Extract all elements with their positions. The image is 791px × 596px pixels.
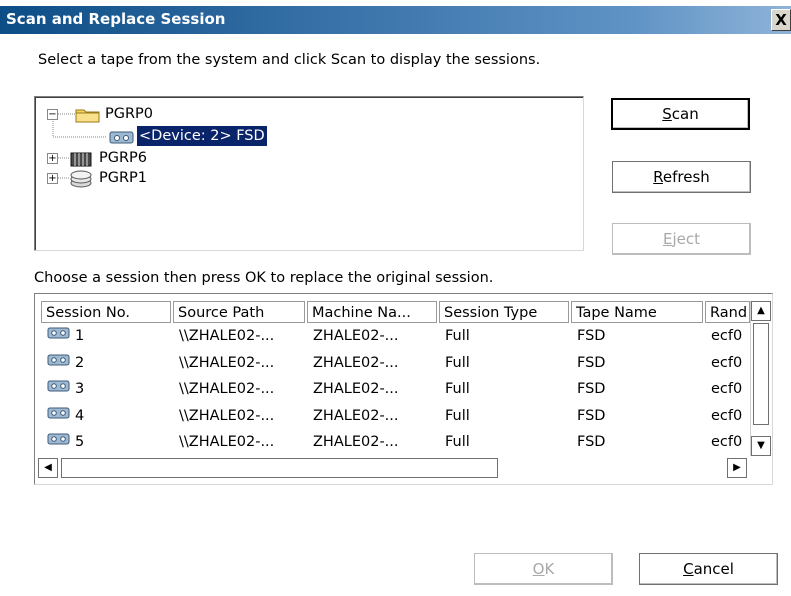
collapse-toggle[interactable]: −	[47, 109, 58, 120]
session-number: 5	[75, 434, 85, 450]
table-cell: FSD	[577, 381, 606, 397]
column-header-machine-name[interactable]: Machine Na...	[307, 301, 437, 323]
tree-node-label: PGRP0	[105, 106, 154, 122]
session-number-cell: 5	[47, 430, 167, 454]
table-cell: ecf0	[711, 328, 743, 344]
choose-session-instruction: Choose a session then press OK to replac…	[34, 270, 494, 286]
table-cell: \\ZHALE02-...	[179, 434, 275, 450]
expand-toggle[interactable]: +	[47, 173, 58, 184]
tape-tree[interactable]: − PGRP0 <Device: 2> FSD + PGRP6 + PGRP1	[34, 96, 584, 251]
folder-icon	[75, 109, 100, 123]
column-header-source-path[interactable]: Source Path	[173, 301, 305, 323]
session-number: 4	[75, 407, 85, 424]
horizontal-scroll-thumb[interactable]	[61, 458, 498, 478]
close-button[interactable]: X	[771, 9, 791, 31]
table-cell: ZHALE02-...	[313, 407, 399, 424]
scroll-right-button[interactable]: ▶	[727, 458, 747, 478]
horizontal-scrollbar[interactable]: ◀ ▶	[36, 457, 750, 479]
scroll-up-button[interactable]: ▲	[751, 301, 771, 321]
tree-node-label: <Device: 2> FSD	[136, 125, 268, 147]
table-cell: Full	[445, 354, 470, 371]
tape-stack-icon	[70, 170, 92, 188]
table-cell: FSD	[577, 354, 606, 371]
session-number: 3	[75, 381, 85, 397]
tree-node-label: PGRP1	[99, 170, 148, 186]
scroll-left-button[interactable]: ◀	[38, 458, 58, 478]
session-number-cell: 2	[47, 351, 167, 375]
table-cell: ecf0	[711, 354, 743, 371]
session-number-cell: 3	[47, 377, 167, 401]
eject-button[interactable]: Eject	[612, 223, 751, 255]
table-cell: \\ZHALE02-...	[179, 381, 275, 397]
table-cell: \\ZHALE02-...	[179, 354, 275, 371]
column-header-tape-name[interactable]: Tape Name	[571, 301, 703, 323]
table-row[interactable]: 3 \\ZHALE02-... ZHALE02-... Full FSD ecf0	[35, 377, 749, 401]
tape-session-icon	[47, 351, 71, 375]
table-cell: \\ZHALE02-...	[179, 328, 275, 344]
table-row[interactable]: 1 \\ZHALE02-... ZHALE02-... Full FSD ecf0	[35, 324, 749, 348]
session-number: 2	[75, 354, 85, 371]
table-cell: Full	[445, 407, 470, 424]
table-cell: ecf0	[711, 434, 743, 450]
refresh-button[interactable]: Refresh	[612, 161, 751, 193]
cancel-button[interactable]: Cancel	[639, 553, 778, 585]
table-cell: Full	[445, 434, 470, 450]
table-cell: Full	[445, 328, 470, 344]
table-cell: ZHALE02-...	[313, 434, 399, 450]
select-tape-instruction: Select a tape from the system and click …	[38, 52, 541, 68]
table-cell: ZHALE02-...	[313, 381, 399, 397]
table-cell: FSD	[577, 407, 606, 424]
ok-button[interactable]: OK	[474, 553, 613, 585]
table-row[interactable]: 5 \\ZHALE02-... ZHALE02-... Full FSD ecf0	[35, 430, 749, 454]
table-row[interactable]: 2 \\ZHALE02-... ZHALE02-... Full FSD ecf0	[35, 351, 749, 375]
column-header-session-type[interactable]: Session Type	[439, 301, 569, 323]
table-cell: ecf0	[711, 381, 743, 397]
scroll-down-button[interactable]: ▼	[751, 436, 771, 456]
tape-session-icon	[47, 324, 71, 348]
ok-label: OK	[532, 560, 555, 578]
session-list[interactable]: Session No. Source Path Machine Na... Se…	[34, 293, 773, 485]
window-title: Scan and Replace Session	[6, 10, 226, 28]
table-cell: Full	[445, 381, 470, 397]
table-cell: ZHALE02-...	[313, 328, 399, 344]
scan-label: Scan	[662, 105, 699, 123]
session-number-cell: 1	[47, 324, 167, 348]
vertical-scroll-thumb[interactable]	[753, 323, 769, 425]
session-number-cell: 4	[47, 404, 167, 428]
tape-session-icon	[47, 430, 71, 454]
vertical-scrollbar[interactable]: ▲ ▼	[750, 301, 771, 456]
table-cell: ZHALE02-...	[313, 354, 399, 371]
tape-session-icon	[47, 377, 71, 401]
table-cell: \\ZHALE02-...	[179, 407, 275, 424]
table-row[interactable]: 4 \\ZHALE02-... ZHALE02-... Full FSD ecf0	[35, 404, 749, 428]
refresh-label: Refresh	[653, 168, 710, 186]
title-bar: Scan and Replace Session X	[0, 6, 791, 34]
column-header-random-id[interactable]: Rand	[705, 301, 750, 323]
session-number: 1	[75, 328, 85, 344]
tree-node-label: PGRP6	[99, 150, 148, 166]
column-header-session-no[interactable]: Session No.	[41, 301, 171, 323]
tape-device-icon	[109, 131, 134, 144]
eject-label: Eject	[662, 230, 700, 248]
table-cell: FSD	[577, 434, 606, 450]
scan-button[interactable]: Scan	[611, 98, 750, 130]
tape-library-icon	[70, 152, 92, 167]
tape-session-icon	[47, 404, 71, 428]
table-cell: ecf0	[711, 407, 743, 424]
cancel-label: Cancel	[683, 560, 734, 578]
expand-toggle[interactable]: +	[47, 153, 58, 164]
table-cell: FSD	[577, 328, 606, 344]
